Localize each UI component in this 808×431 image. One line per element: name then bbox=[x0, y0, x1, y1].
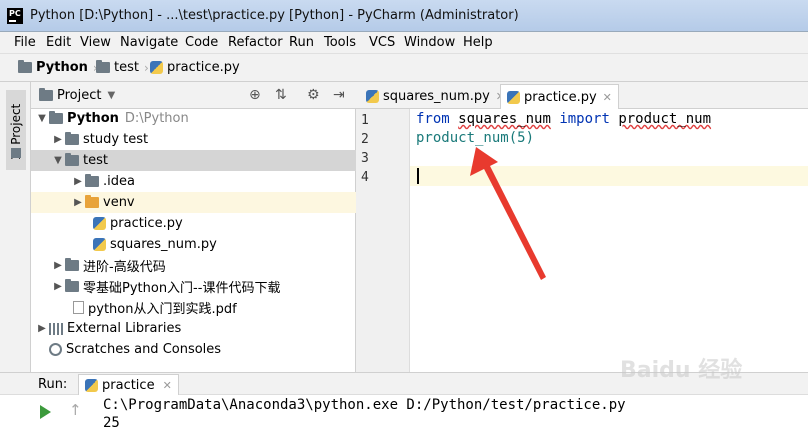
close-icon[interactable]: ✕ bbox=[163, 379, 172, 392]
watermark: Baidu 经验 bbox=[620, 358, 743, 383]
console-output-line: C:\ProgramData\Anaconda3\python.exe D:/P… bbox=[103, 397, 626, 413]
run-toolbar: ↑ bbox=[31, 395, 91, 430]
run-label: Run: bbox=[38, 377, 68, 392]
arrow-up-icon[interactable]: ↑ bbox=[69, 401, 82, 419]
play-icon[interactable] bbox=[40, 405, 51, 419]
python-file-icon bbox=[85, 378, 98, 392]
run-tab-practice[interactable]: practice ✕ bbox=[78, 374, 179, 395]
